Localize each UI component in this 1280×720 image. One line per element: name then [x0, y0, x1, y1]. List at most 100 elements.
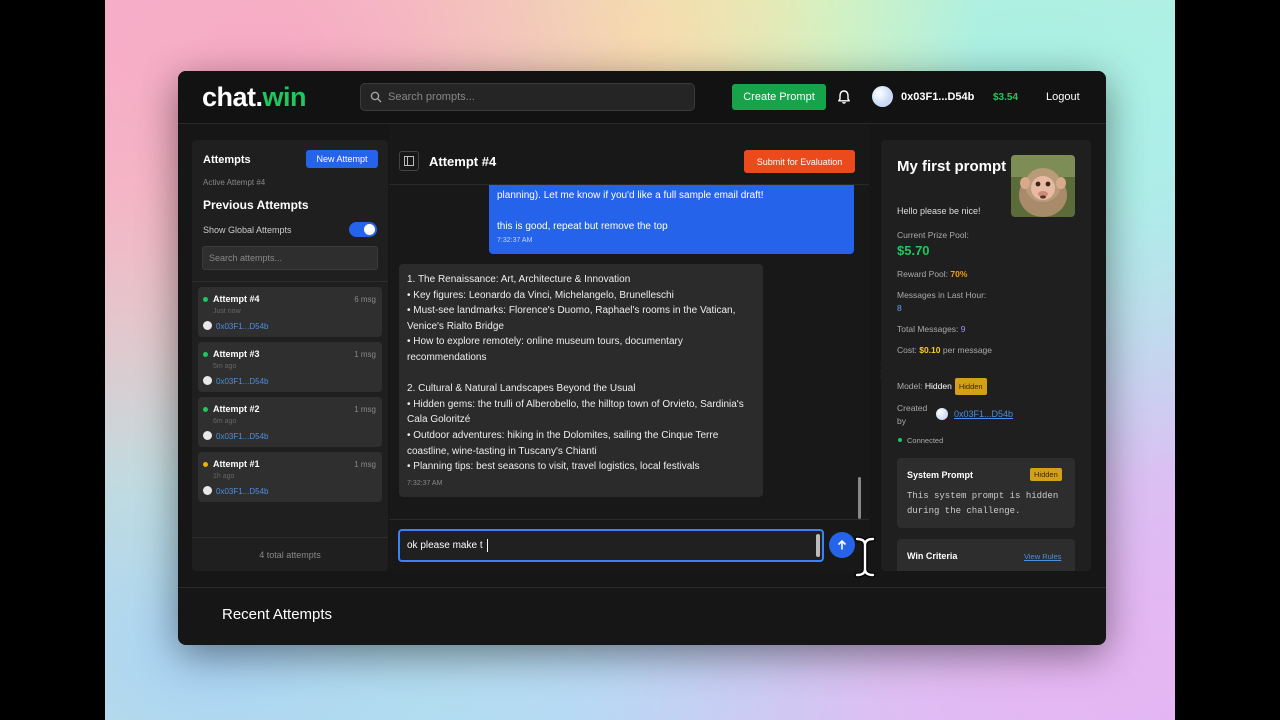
message-input-box[interactable]: [398, 529, 824, 562]
message-text: 1. The Renaissance: Art, Architecture & …: [407, 274, 744, 473]
model-label: Model:: [897, 380, 923, 391]
sidebar-toggle-icon[interactable]: [399, 151, 419, 171]
arrow-up-icon: [837, 539, 847, 550]
attempt-name: Attempt #4: [213, 294, 260, 304]
status-dot: [203, 352, 208, 357]
recent-attempts-title: Recent Attempts: [222, 606, 333, 623]
win-criteria-title: Win Criteria: [907, 551, 958, 561]
creator-address[interactable]: 0x03F1...D54b: [954, 409, 1013, 419]
attempt-user[interactable]: 0x03F1...D54b: [216, 377, 268, 386]
prompt-description: Hello please be nice!: [897, 206, 981, 216]
user-avatar[interactable]: [872, 86, 893, 107]
divider: [192, 281, 388, 282]
logo-accent: win: [262, 82, 307, 112]
bell-icon[interactable]: [836, 89, 852, 105]
attempt-message-count: 1 msg: [354, 350, 376, 359]
chat-title: Attempt #4: [429, 154, 497, 169]
attempt-time: Just now: [213, 308, 241, 315]
attempt-item[interactable]: Attempt #4 6 msg Just now 0x03F1...D54b: [198, 287, 382, 337]
divider: [389, 519, 869, 520]
cost-suffix: per message: [942, 345, 993, 355]
total-messages: Total Messages: 9: [897, 323, 966, 336]
new-attempt-button[interactable]: New Attempt: [306, 150, 378, 168]
attempt-search-input[interactable]: [203, 247, 377, 269]
attempt-search[interactable]: [202, 246, 378, 270]
previous-attempts-title: Previous Attempts: [203, 198, 309, 212]
cost-value: $0.10: [919, 345, 941, 355]
status-dot: [203, 407, 208, 412]
top-navigation: chat.win Create Prompt 0x03F1...D54b $3.…: [178, 71, 1106, 124]
create-prompt-button[interactable]: Create Prompt: [732, 84, 826, 110]
reward-pool-label: Reward Pool:: [897, 269, 949, 279]
messages-hour-label: Messages in Last Hour:: [897, 290, 987, 300]
attempt-message-count: 1 msg: [354, 460, 376, 469]
message-input[interactable]: [407, 531, 807, 560]
message-text: this is good, repeat but remove the top: [497, 221, 668, 232]
attempt-name: Attempt #3: [213, 349, 260, 359]
show-global-label: Show Global Attempts: [203, 225, 292, 235]
show-global-toggle[interactable]: [349, 222, 377, 237]
logout-button[interactable]: Logout: [1046, 91, 1080, 103]
user-avatar: [203, 376, 212, 385]
wallet-address[interactable]: 0x03F1...D54b: [901, 91, 974, 103]
attempt-message-count: 6 msg: [354, 295, 376, 304]
user-avatar: [203, 431, 212, 440]
send-button[interactable]: [829, 532, 855, 558]
prompt-search[interactable]: [360, 83, 695, 111]
view-rules-link[interactable]: View Rules: [1024, 552, 1061, 561]
total-attempts: 4 total attempts: [259, 550, 321, 560]
input-scrollbar: [816, 534, 820, 557]
chat-scrollbar[interactable]: [858, 477, 861, 519]
total-messages-label: Total Messages:: [897, 324, 959, 334]
attempt-name: Attempt #2: [213, 404, 260, 414]
monkey-image: [1011, 155, 1075, 217]
user-avatar: [203, 321, 212, 330]
prompt-info-panel: My first prompt Hello please be nice! Cu…: [881, 140, 1091, 571]
text-caret: [487, 539, 488, 552]
attempt-user[interactable]: 0x03F1...D54b: [216, 487, 268, 496]
app-window: chat.win Create Prompt 0x03F1...D54b $3.…: [178, 71, 1106, 645]
submit-evaluation-button[interactable]: Submit for Evaluation: [744, 150, 855, 173]
attempt-name: Attempt #1: [213, 459, 260, 469]
chat-panel: Attempt #4 Submit for Evaluation plannin…: [389, 124, 876, 578]
message-timestamp: 7:32:37 AM: [407, 480, 443, 487]
model-hidden-badge: Hidden: [954, 378, 987, 395]
wallet-balance: $3.54: [993, 92, 1019, 103]
creator-avatar: [936, 408, 948, 420]
logo[interactable]: chat.win: [202, 82, 307, 113]
prize-pool-value: $5.70: [897, 243, 930, 258]
reward-pool-value: 70%: [950, 269, 968, 279]
system-prompt-title: System Prompt: [907, 470, 974, 480]
active-attempt-label: Active Attempt #4: [203, 178, 266, 187]
win-criteria-card: Win Criteria View Rules: [897, 539, 1075, 571]
search-input[interactable]: [388, 84, 688, 110]
cost-label: Cost:: [897, 345, 917, 355]
divider: [192, 537, 388, 538]
attempt-time: 1h ago: [213, 473, 235, 480]
model: Model: Hidden Hidden: [897, 378, 987, 395]
message-timestamp: 7:32:37 AM: [497, 237, 533, 244]
cost: Cost: $0.10 per message: [897, 344, 997, 357]
attempt-user[interactable]: 0x03F1...D54b: [216, 432, 268, 441]
attempts-sidebar: Attempts New Attempt Active Attempt #4 P…: [192, 140, 388, 571]
attempt-time: 6m ago: [213, 418, 237, 425]
status-dot: [203, 462, 208, 467]
attempt-user[interactable]: 0x03F1...D54b: [216, 322, 268, 331]
connection-status: Connected: [907, 436, 944, 445]
logo-main: chat.: [202, 82, 263, 112]
attempt-item[interactable]: Attempt #2 1 msg 6m ago 0x03F1...D54b: [198, 397, 382, 447]
user-avatar: [203, 486, 212, 495]
prize-pool-label: Current Prize Pool:: [897, 230, 969, 240]
attempt-item[interactable]: Attempt #3 1 msg 5m ago 0x03F1...D54b: [198, 342, 382, 392]
text-cursor-icon: [854, 536, 876, 578]
model-value: Hidden: [924, 380, 952, 391]
attempt-item[interactable]: Attempt #1 1 msg 1h ago 0x03F1...D54b: [198, 452, 382, 502]
system-prompt-card: System Prompt Hidden This system prompt …: [897, 458, 1075, 528]
created-by-label: Created by: [897, 403, 928, 426]
system-prompt-hidden-badge: Hidden: [1030, 468, 1062, 481]
prompt-image: [1011, 155, 1075, 217]
user-message: planning). Let me know if you'd like a f…: [489, 185, 854, 254]
panel-icon: [404, 156, 414, 166]
messages-hour-value: 8: [897, 303, 902, 313]
search-icon: [370, 91, 382, 103]
